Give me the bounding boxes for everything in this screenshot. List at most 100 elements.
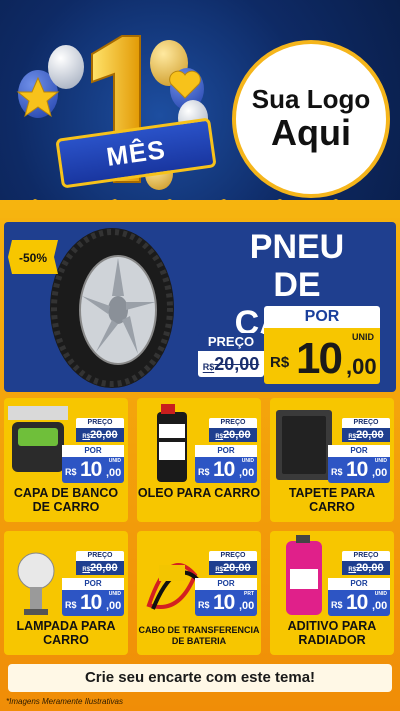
por-label: POR <box>62 445 124 457</box>
product-name: ADITIVO PARA RADIADOR <box>287 619 377 647</box>
currency: R$ <box>65 600 77 610</box>
oil-bottle-icon <box>157 404 187 482</box>
price-dec: ,00 <box>372 467 388 479</box>
disclaimer-text: *Imagens Meramente Ilustrativas <box>6 697 123 706</box>
old-price: R$20,00 <box>209 428 257 442</box>
price-dec: ,00 <box>372 600 388 612</box>
product-card[interactable]: PREÇO R$20,00 POR R$ 10 ,00 UNID ADITIVO PARA R… <box>270 531 394 655</box>
product-name: OLEO PARA CARRO <box>137 486 261 500</box>
logo-line1: Sua Logo <box>251 84 371 114</box>
price-int: 10 <box>346 458 368 481</box>
por-label: POR <box>328 578 390 590</box>
hero-currency: R$ <box>270 354 290 371</box>
new-price-box: POR R$ 10 ,00 PRT <box>195 578 257 616</box>
price-int: 10 <box>213 458 235 481</box>
price-int: 10 <box>213 591 235 614</box>
hero-old-price-box: PREÇO R$20,00 <box>198 333 264 381</box>
old-price: R$20,00 <box>76 428 124 442</box>
lamp-bulb-icon <box>17 552 55 615</box>
price-int: 10 <box>346 591 368 614</box>
month-banner-label: MÊS <box>104 133 168 172</box>
hero-price: R$ 10 ,00 UNID <box>264 328 380 384</box>
unit-label: UNID <box>241 458 254 464</box>
por-label: POR <box>328 445 390 457</box>
hero-unit: UNID <box>352 332 374 342</box>
price-int: 10 <box>80 458 102 481</box>
car-mat-icon <box>276 410 332 480</box>
discount-label: -50% <box>19 251 47 265</box>
unit-label: UNID <box>108 458 121 464</box>
hero-old-price: R$20,00 <box>198 351 264 377</box>
new-price-box: POR R$ 10 ,00 UNID <box>62 578 124 616</box>
hero-price-dec: ,00 <box>346 354 377 379</box>
product-card[interactable]: PREÇO R$20,00 POR R$ 10 ,00 UNID LAMPADA PARA C… <box>4 531 128 655</box>
currency: R$ <box>331 467 343 477</box>
old-price: R$20,00 <box>76 561 124 575</box>
currency: R$ <box>198 600 210 610</box>
torn-edge <box>0 199 400 218</box>
price-dec: ,00 <box>106 467 122 479</box>
price: R$ 10 ,00 UNID <box>328 590 390 616</box>
jumper-cable-icon <box>146 563 201 610</box>
product-card[interactable]: PREÇO R$20,00 POR R$ 10 ,00 UNID TAPETE PARA CA… <box>270 398 394 522</box>
logo-line2: Aqui <box>271 112 351 153</box>
old-price: R$20,00 <box>209 561 257 575</box>
preco-label: PREÇO <box>209 418 257 428</box>
product-name: TAPETE PARA CARRO <box>288 486 376 514</box>
price-int: 10 <box>80 591 102 614</box>
preco-label: PREÇO <box>76 418 124 428</box>
star-icon <box>16 76 60 118</box>
old-price-box: PREÇO R$20,00 <box>209 418 257 442</box>
preco-label: PREÇO <box>342 418 390 428</box>
new-price-box: POR R$ 10 ,00 UNID <box>195 445 257 483</box>
unit-label: UNID <box>374 591 387 597</box>
month-banner: MÊS <box>55 117 217 189</box>
hero-preco-label: PREÇO <box>198 333 264 351</box>
price: R$ 10 ,00 UNID <box>62 590 124 616</box>
currency: R$ <box>198 467 210 477</box>
old-price-box: PREÇO R$20,00 <box>209 551 257 575</box>
header-banner: MÊS Sua Logo Aqui <box>0 0 400 210</box>
preco-label: PREÇO <box>209 551 257 561</box>
unit-label: UNID <box>108 591 121 597</box>
preco-label: PREÇO <box>76 551 124 561</box>
product-card[interactable]: PREÇO R$20,00 POR R$ 10 ,00 PRT CABO DE TRANSFE… <box>137 531 261 655</box>
new-price-box: POR R$ 10 ,00 UNID <box>328 578 390 616</box>
price-dec: ,00 <box>239 467 255 479</box>
price: R$ 10 ,00 UNID <box>328 457 390 483</box>
price-dec: ,00 <box>239 600 255 612</box>
hero-price-int: 10 <box>296 334 343 383</box>
old-price: R$20,00 <box>342 428 390 442</box>
hero-por-label: POR <box>264 306 380 328</box>
logo-placeholder: Sua Logo Aqui <box>232 40 390 198</box>
heart-balloon-icon <box>169 70 201 99</box>
seat-cover-icon <box>8 406 68 472</box>
cta-banner[interactable]: Crie seu encarte com este tema! <box>8 664 392 692</box>
coolant-bottle-icon <box>286 535 322 615</box>
price: R$ 10 ,00 UNID <box>62 457 124 483</box>
old-price-box: PREÇO R$20,00 <box>76 418 124 442</box>
preco-label: PREÇO <box>342 551 390 561</box>
old-price: R$20,00 <box>342 561 390 575</box>
new-price-box: POR R$ 10 ,00 UNID <box>62 445 124 483</box>
price: R$ 10 ,00 PRT <box>195 590 257 616</box>
discount-badge: -50% <box>8 240 58 274</box>
hero-new-price-box: POR R$ 10 ,00 UNID <box>264 306 380 386</box>
product-name: LAMPADA PARA CARRO <box>16 619 116 647</box>
product-name: CAPA DE BANCO DE CARRO <box>13 486 119 514</box>
new-price-box: POR R$ 10 ,00 UNID <box>328 445 390 483</box>
currency: R$ <box>65 467 77 477</box>
product-name: CABO DE TRANSFERENCIA DE BATERIA <box>138 625 260 646</box>
unit-label: PRT <box>244 591 254 597</box>
product-card[interactable]: PREÇO R$20,00 POR R$ 10 ,00 UNID OLEO PARA CARR… <box>137 398 261 522</box>
old-price-box: PREÇO R$20,00 <box>342 418 390 442</box>
por-label: POR <box>195 578 257 590</box>
product-card[interactable]: PREÇO R$20,00 POR R$ 10 ,00 UNID CAPA DE BANCO … <box>4 398 128 522</box>
price-dec: ,00 <box>106 600 122 612</box>
old-price-box: PREÇO R$20,00 <box>76 551 124 575</box>
old-price-box: PREÇO R$20,00 <box>342 551 390 575</box>
price: R$ 10 ,00 UNID <box>195 457 257 483</box>
por-label: POR <box>195 445 257 457</box>
currency: R$ <box>331 600 343 610</box>
unit-label: UNID <box>374 458 387 464</box>
